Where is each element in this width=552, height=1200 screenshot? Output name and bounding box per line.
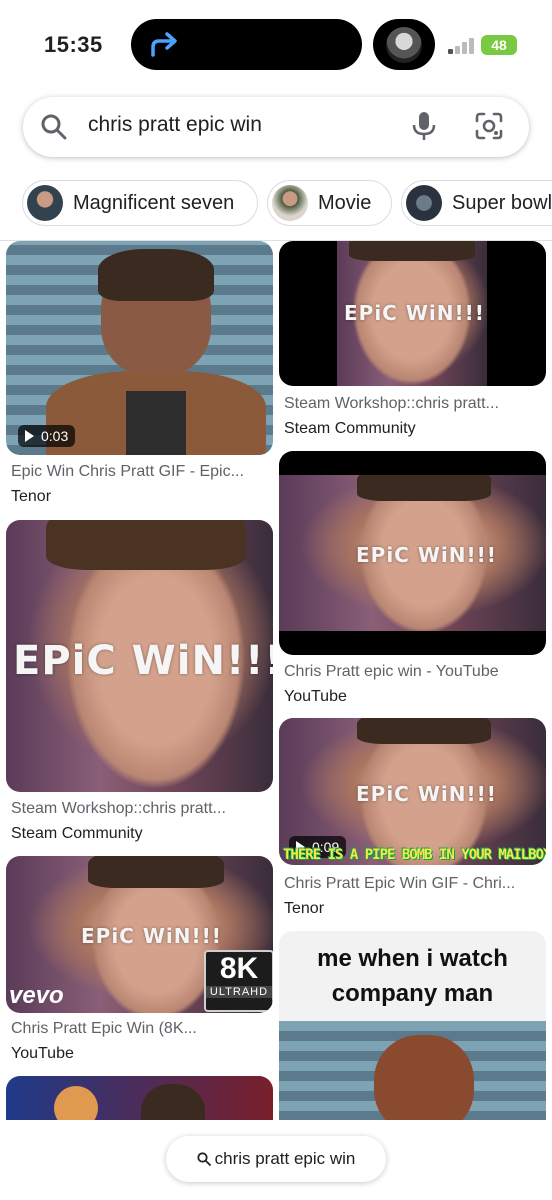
chip-avatar — [272, 185, 308, 221]
chip-label: Magnificent seven — [73, 191, 235, 214]
chip-super-bowl[interactable]: Super bowl — [401, 180, 552, 226]
8k-badge: 8K ULTRAHD — [204, 950, 273, 1012]
duration-text: 0:03 — [41, 428, 69, 444]
result-source: Tenor — [284, 900, 325, 917]
battery-indicator: 48 — [481, 35, 517, 55]
result-source: YouTube — [284, 688, 347, 705]
result-thumbnail[interactable]: EPiC WiN!!! 8K ULTRAHD vevo — [6, 856, 273, 1013]
result-thumbnail[interactable]: 0:03 — [6, 241, 273, 455]
overlay-text: EPiC WiN!!! — [81, 924, 222, 948]
vevo-logo: vevo — [9, 982, 64, 1009]
bottom-query: chris pratt epic win — [214, 1149, 356, 1168]
bottom-search-pill[interactable]: chris pratt epic win — [166, 1136, 386, 1182]
result-source: Steam Community — [284, 420, 416, 437]
overlay-text: EPiC WiN!!! — [356, 543, 497, 567]
chip-movie[interactable]: Movie — [267, 180, 392, 226]
overlay-text: EPiC WiN!!! — [13, 638, 273, 684]
video-duration-badge: 0:03 — [18, 425, 76, 447]
result-title[interactable]: Chris Pratt epic win - YouTube — [284, 663, 499, 681]
album-art-icon — [386, 27, 422, 63]
cellular-signal-icon — [448, 38, 474, 54]
search-bar[interactable]: chris pratt epic win — [23, 97, 529, 157]
chip-magnificent-seven[interactable]: Magnificent seven — [22, 180, 258, 226]
search-input[interactable]: chris pratt epic win — [88, 113, 262, 137]
google-lens-icon[interactable] — [475, 112, 503, 140]
search-icon — [197, 1152, 211, 1166]
media-island[interactable] — [373, 19, 435, 70]
suggestion-chips: Magnificent seven Movie Super bowl — [0, 180, 552, 230]
chip-avatar — [406, 185, 442, 221]
result-source: Tenor — [11, 488, 52, 505]
chip-label: Super bowl — [452, 191, 552, 214]
result-title[interactable]: Steam Workshop::chris pratt... — [284, 395, 499, 413]
result-source: YouTube — [11, 1045, 74, 1062]
search-icon — [41, 114, 67, 140]
dynamic-island[interactable] — [131, 19, 362, 70]
meme-caption: THERE IS A PIPE BOMB IN YOUR MAILBOX — [283, 847, 546, 863]
overlay-text: EPiC WiN!!! — [344, 301, 485, 325]
result-title[interactable]: Chris Pratt Epic Win (8K... — [11, 1020, 197, 1038]
status-time: 15:35 — [44, 32, 103, 57]
result-source: Steam Community — [11, 825, 143, 842]
play-icon — [25, 430, 34, 442]
chip-avatar — [27, 185, 63, 221]
result-thumbnail[interactable]: EPiC WiN!!! — [6, 520, 273, 792]
overlay-text: EPiC WiN!!! — [356, 782, 497, 806]
result-title[interactable]: Chris Pratt Epic Win GIF - Chri... — [284, 875, 515, 893]
chip-label: Movie — [318, 191, 372, 214]
meme-top-text: me when i watch company man — [317, 945, 508, 1007]
result-title[interactable]: Epic Win Chris Pratt GIF - Epic... — [11, 463, 244, 481]
status-bar: 15:35 48 — [0, 0, 552, 90]
result-thumbnail[interactable]: EPiC WiN!!! 0:09 THERE IS A PIPE BOMB IN… — [279, 718, 546, 865]
result-title[interactable]: Steam Workshop::chris pratt... — [11, 800, 226, 818]
share-arrow-icon — [151, 32, 177, 57]
result-thumbnail[interactable]: EPiC WiN!!! — [279, 241, 546, 386]
result-thumbnail[interactable]: EPiC WiN!!! — [279, 451, 546, 655]
microphone-icon[interactable] — [411, 111, 437, 141]
result-thumbnail[interactable]: me when i watch company man — [279, 931, 546, 1121]
